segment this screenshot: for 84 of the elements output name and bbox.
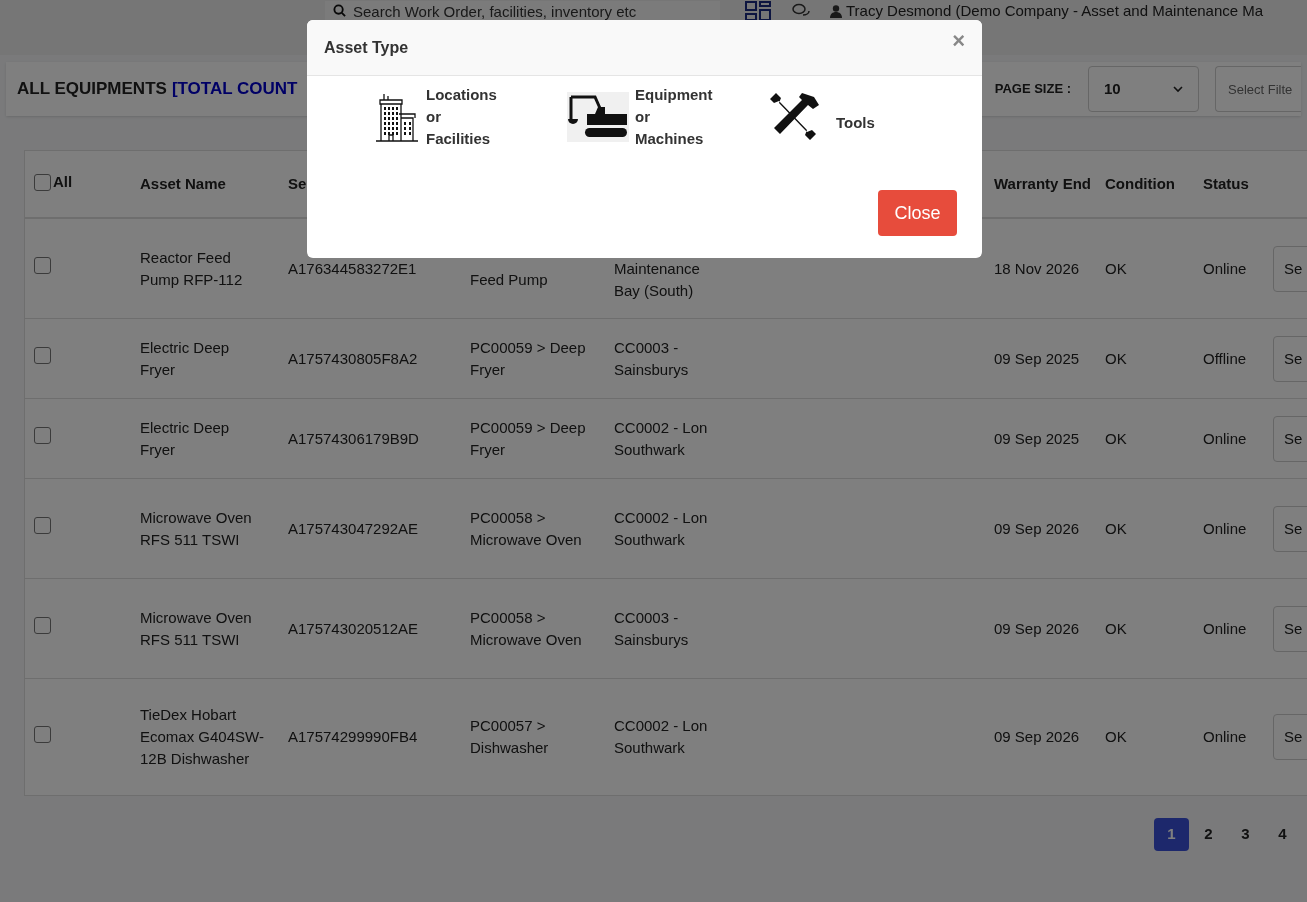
table-cell-text: A17574299990FB4 xyxy=(287,727,419,747)
page-button[interactable]: 2 xyxy=(1191,818,1226,851)
checkbox[interactable] xyxy=(34,174,51,191)
table-cell-text: Reactor Feed Pump RFP-112 xyxy=(139,247,244,290)
asset-type-option[interactable]: Locations or Facilities xyxy=(374,86,567,148)
table-cell-text: Online xyxy=(1202,518,1248,539)
table-cell-text: Online xyxy=(1202,727,1248,747)
page-title: ALL EQUIPMENTS xyxy=(17,78,167,101)
table-cell-text: PC00059 > Deep Fryer xyxy=(469,337,587,380)
page-button[interactable]: 4 xyxy=(1265,818,1300,851)
column-header: Status xyxy=(1203,175,1249,192)
action-button[interactable]: Se xyxy=(1273,415,1307,462)
table-cell-text: PC00058 > Microwave Oven xyxy=(469,607,583,650)
table-cell-text: TieDex Hobart Ecomax G404SW-12B Dishwasher xyxy=(139,705,265,769)
table-cell-text: CC0002 - Lon Southwark xyxy=(613,716,709,758)
checkbox[interactable] xyxy=(34,347,51,364)
action-button[interactable]: Se xyxy=(1273,505,1307,552)
excavator-icon xyxy=(567,92,629,142)
table-cell-text: Electric Deep Fryer xyxy=(139,337,231,380)
search-icon xyxy=(333,4,346,17)
table-cell-text: Maintenance Bay (South) xyxy=(613,258,701,301)
column-header: Se xyxy=(288,175,307,192)
table-cell-text: Electric Deep Fryer xyxy=(139,417,231,460)
table-cell-text: A176344583272E1 xyxy=(287,258,418,279)
checkbox[interactable] xyxy=(34,617,51,634)
table-cell-text: Online xyxy=(1202,618,1248,639)
table-cell-text: Feed Pump xyxy=(469,269,549,290)
action-button[interactable]: Se xyxy=(1273,714,1307,760)
table-cell-text: OK xyxy=(1104,428,1128,449)
total-count: [TOTAL COUNT xyxy=(171,78,298,101)
table-cell-text: 18 Nov 2026 xyxy=(993,258,1081,279)
modal-title: Asset Type xyxy=(324,37,409,58)
page-button[interactable]: 1 xyxy=(1154,818,1189,851)
table-cell-text: OK xyxy=(1104,518,1128,539)
table-cell-text: CC0002 - Lon Southwark xyxy=(613,417,709,460)
table-cell-text: 09 Sep 2025 xyxy=(993,428,1081,449)
building-icon xyxy=(374,92,420,142)
table-cell-text: OK xyxy=(1104,618,1128,639)
chevron-down-icon xyxy=(1173,85,1183,93)
action-button[interactable]: Se xyxy=(1273,605,1307,652)
table-cell-text: 09 Sep 2026 xyxy=(993,518,1081,539)
filter-field[interactable]: Select Filte xyxy=(1215,66,1301,112)
action-button[interactable]: Se xyxy=(1273,245,1307,292)
table-cell-text: A17574306179B9D xyxy=(287,428,420,449)
close-button[interactable]: Close xyxy=(878,190,957,236)
asset-type-option[interactable]: Equipment or Machines xyxy=(567,86,768,148)
table-cell-text: Microwave Oven RFS 511 TSWI xyxy=(139,507,253,550)
checkbox[interactable] xyxy=(34,725,51,743)
table-cell-text: A175743020512AE xyxy=(287,618,420,639)
chat-icon[interactable] xyxy=(792,3,810,19)
table-cell-text: OK xyxy=(1104,258,1128,279)
table-cell-text: 09 Sep 2026 xyxy=(993,727,1081,747)
user-icon xyxy=(830,4,842,18)
table-cell-text: A175743047292AE xyxy=(287,518,420,539)
page-button[interactable]: 3 xyxy=(1228,818,1263,851)
table-cell-text: Microwave Oven RFS 511 TSWI xyxy=(139,607,253,650)
checkbox[interactable] xyxy=(34,257,51,274)
column-header: Condition xyxy=(1105,175,1175,192)
asset-type-option[interactable]: Tools xyxy=(768,86,875,148)
checkbox[interactable] xyxy=(34,427,51,444)
table-cell-text: CC0003 - Sainsburys xyxy=(613,607,690,650)
table-cell-text: Online xyxy=(1202,428,1248,449)
table-cell-text: OK xyxy=(1104,727,1128,747)
column-header: Asset Name xyxy=(140,175,226,192)
user-name[interactable]: Tracy Desmond (Demo Company - Asset and Maintenance Ma xyxy=(846,0,1264,23)
table-cell-text: PC00058 > Microwave Oven xyxy=(469,507,583,550)
column-header: Warranty End xyxy=(994,175,1091,192)
table-cell-text: Online xyxy=(1202,258,1248,279)
page-size-label: PAGE SIZE : xyxy=(994,80,1071,99)
tools-icon xyxy=(768,91,822,143)
table-cell-text: PC00059 > Deep Fryer xyxy=(469,417,587,460)
dashboard-icon[interactable] xyxy=(744,0,772,22)
column-header: All xyxy=(53,172,73,193)
table-cell-text: Offline xyxy=(1202,348,1248,369)
table-cell-text: A1757430805F8A2 xyxy=(287,348,419,369)
table-cell-text: CC0002 - Lon Southwark xyxy=(613,507,709,550)
table-cell-text: PC00057 > Dishwasher xyxy=(469,716,550,758)
page-size-select[interactable]: 10 xyxy=(1088,66,1199,112)
table-cell-text: OK xyxy=(1104,348,1128,369)
table-cell-text: 09 Sep 2025 xyxy=(993,348,1081,369)
table-cell-text: CC0003 - Sainsburys xyxy=(613,337,690,380)
table-cell-text: 09 Sep 2026 xyxy=(993,618,1081,639)
action-button[interactable]: Se xyxy=(1273,335,1307,382)
checkbox[interactable] xyxy=(34,517,51,534)
